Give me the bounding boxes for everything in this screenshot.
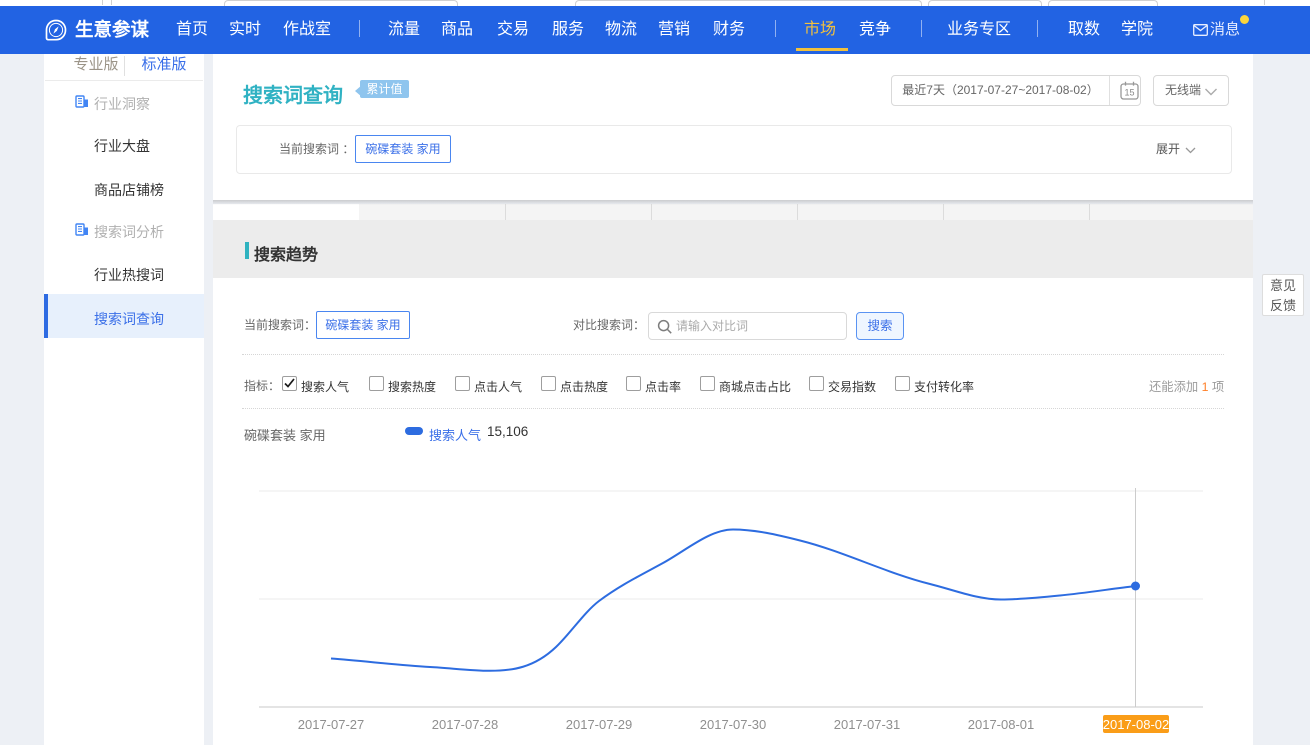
- svg-text:2017-07-27: 2017-07-27: [298, 717, 365, 732]
- svg-text:2017-08-02: 2017-08-02: [1103, 717, 1170, 732]
- svg-text:2017-08-01: 2017-08-01: [968, 717, 1035, 732]
- svg-text:2017-07-31: 2017-07-31: [834, 717, 901, 732]
- svg-text:15: 15: [1124, 88, 1134, 98]
- svg-text:2017-07-28: 2017-07-28: [432, 717, 499, 732]
- svg-text:2017-07-29: 2017-07-29: [566, 717, 633, 732]
- svg-text:2017-07-30: 2017-07-30: [700, 717, 767, 732]
